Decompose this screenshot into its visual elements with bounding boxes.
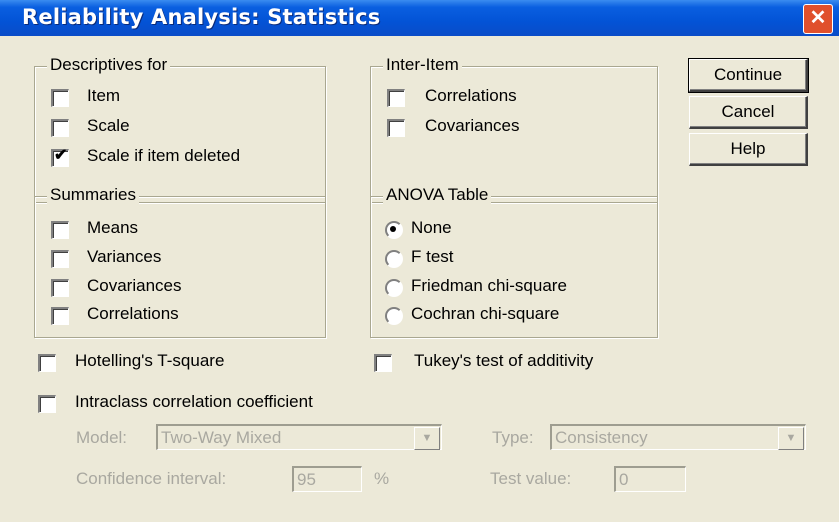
- chevron-down-icon[interactable]: ▼: [414, 427, 440, 450]
- tukey-checkbox[interactable]: [374, 354, 392, 372]
- test-value: 0: [619, 470, 629, 489]
- means-label: Means: [87, 218, 139, 237]
- descriptives-legend: Descriptives for: [47, 55, 171, 75]
- scale-if-item-deleted-checkbox[interactable]: ✔: [51, 147, 69, 167]
- descriptives-group: Descriptives for Item Scale ✔ Scale if i…: [34, 55, 326, 203]
- confidence-interval-label: Confidence interval:: [76, 469, 227, 488]
- type-dropdown[interactable]: Consistency ▼: [550, 424, 806, 450]
- percent-unit: %: [374, 469, 390, 488]
- tukey-label: Tukey's test of additivity: [414, 351, 594, 370]
- scale-checkbox[interactable]: [51, 119, 69, 137]
- means-checkbox[interactable]: [51, 221, 69, 239]
- summary-correlations-checkbox[interactable]: [51, 307, 69, 325]
- test-value-input[interactable]: 0: [614, 466, 686, 492]
- model-value: Two-Way Mixed: [161, 428, 282, 447]
- inter-correlations-checkbox[interactable]: [387, 89, 405, 107]
- summaries-legend: Summaries: [47, 185, 139, 205]
- continue-button[interactable]: Continue: [688, 58, 809, 93]
- close-button[interactable]: ✕: [803, 4, 833, 34]
- dialog-body: Descriptives for Item Scale ✔ Scale if i…: [4, 36, 833, 516]
- summaries-group: Summaries Means Variances Covariances Co…: [34, 185, 326, 338]
- scale-if-item-deleted-label: Scale if item deleted: [87, 146, 241, 165]
- hotellings-label: Hotelling's T-square: [75, 351, 225, 370]
- cancel-button[interactable]: Cancel: [689, 96, 808, 129]
- inter-item-legend: Inter-Item: [383, 55, 462, 75]
- f-test-label: F test: [411, 247, 454, 266]
- scale-label: Scale: [87, 116, 130, 135]
- cochran-radio[interactable]: [385, 307, 403, 325]
- cochran-label: Cochran chi-square: [411, 304, 560, 323]
- type-label: Type:: [492, 428, 534, 447]
- summary-covariances-checkbox[interactable]: [51, 279, 69, 297]
- summary-covariances-label: Covariances: [87, 276, 182, 295]
- none-radio[interactable]: [385, 221, 403, 239]
- anova-legend: ANOVA Table: [383, 185, 492, 205]
- title-bar[interactable]: Reliability Analysis: Statistics ✕: [0, 0, 839, 36]
- hotellings-checkbox[interactable]: [38, 354, 56, 372]
- inter-correlations-label: Correlations: [425, 86, 517, 105]
- inter-covariances-label: Covariances: [425, 116, 520, 135]
- inter-covariances-checkbox[interactable]: [387, 119, 405, 137]
- inter-item-group: Inter-Item Correlations Covariances: [370, 55, 658, 203]
- type-value: Consistency: [555, 428, 648, 447]
- dialog-title: Reliability Analysis: Statistics: [22, 5, 381, 29]
- confidence-interval-input[interactable]: 95: [292, 466, 362, 492]
- variances-checkbox[interactable]: [51, 250, 69, 268]
- summary-correlations-label: Correlations: [87, 304, 179, 323]
- radio-selected-dot: [390, 226, 396, 232]
- model-label: Model:: [76, 428, 128, 447]
- checkmark-icon: ✔: [54, 147, 68, 164]
- test-value-label: Test value:: [490, 469, 572, 488]
- close-icon: ✕: [809, 7, 827, 29]
- reliability-statistics-dialog: Reliability Analysis: Statistics ✕ Descr…: [0, 0, 839, 522]
- confidence-interval-value: 95: [297, 470, 316, 489]
- friedman-label: Friedman chi-square: [411, 276, 567, 295]
- intraclass-checkbox[interactable]: [38, 395, 56, 413]
- none-label: None: [411, 218, 452, 237]
- variances-label: Variances: [87, 247, 162, 266]
- chevron-down-icon[interactable]: ▼: [778, 427, 804, 450]
- help-button[interactable]: Help: [689, 133, 808, 166]
- model-dropdown[interactable]: Two-Way Mixed ▼: [156, 424, 442, 450]
- anova-table-group: ANOVA Table None F test Friedman chi-squ…: [370, 185, 658, 338]
- friedman-radio[interactable]: [385, 279, 403, 297]
- f-test-radio[interactable]: [385, 250, 403, 268]
- item-label: Item: [87, 86, 121, 105]
- item-checkbox[interactable]: [51, 89, 69, 107]
- intraclass-label: Intraclass correlation coefficient: [75, 392, 313, 411]
